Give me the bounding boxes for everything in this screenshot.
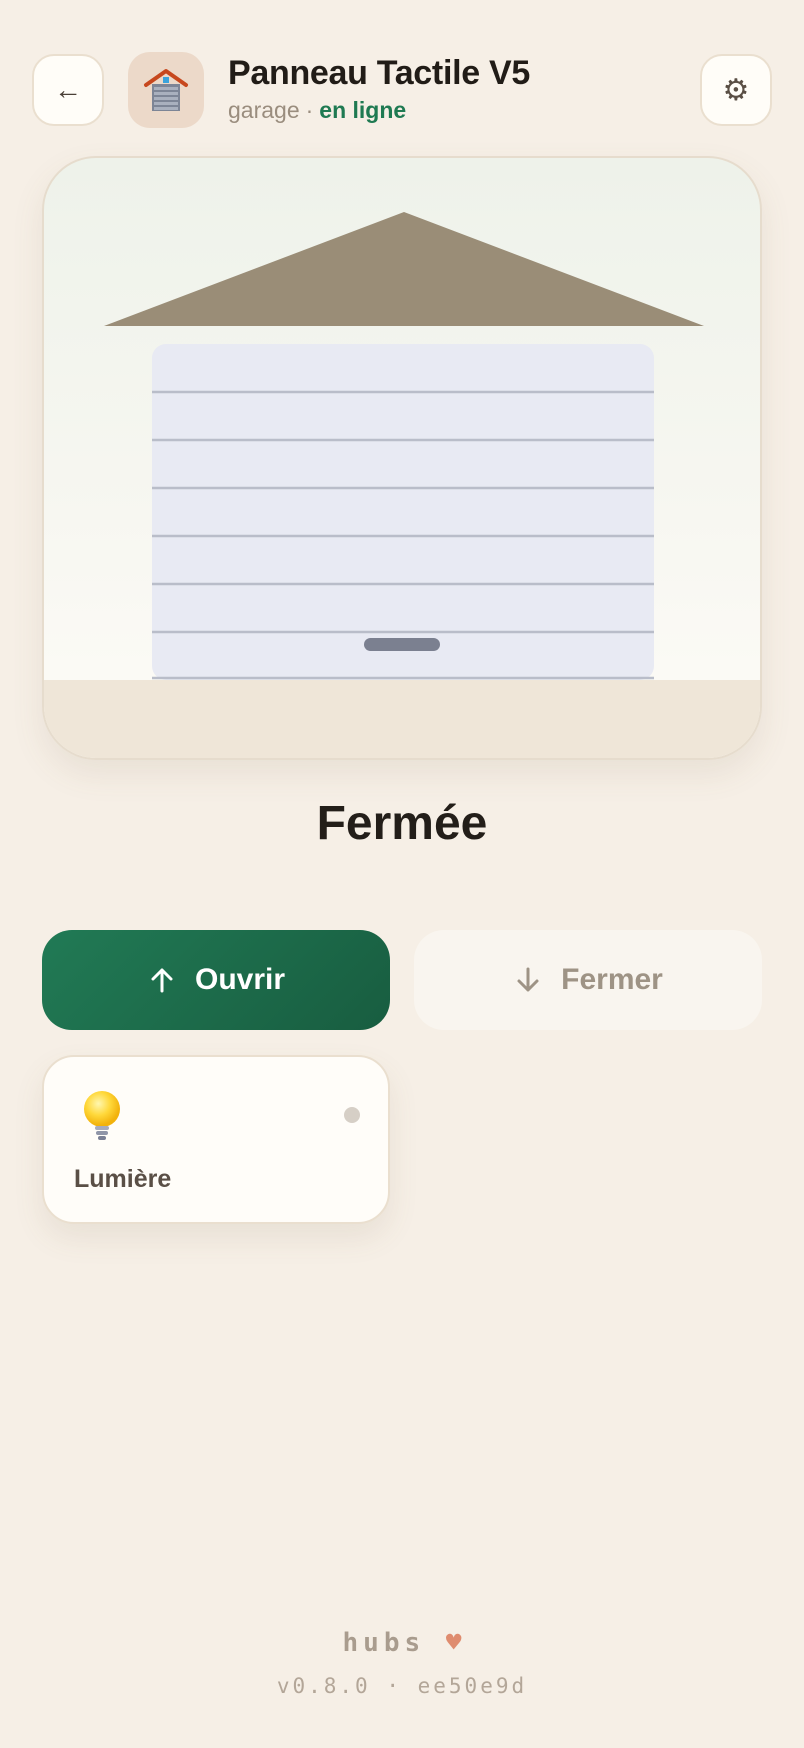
version-label: v0.8.0 · ee50e9d — [276, 1674, 528, 1698]
roof — [104, 212, 704, 326]
subtitle-separator: · — [305, 97, 314, 123]
garage-door — [152, 344, 654, 680]
arrow-down-icon — [517, 967, 539, 992]
gear-icon: ⚙ — [722, 73, 750, 107]
heart-icon: ♥ — [445, 1628, 462, 1658]
lightbulb-icon — [84, 1091, 120, 1140]
open-button-label: Ouvrir — [194, 963, 286, 996]
brand-name: hubs — [342, 1628, 426, 1658]
light-status-dot — [344, 1107, 360, 1123]
page-title: Panneau Tactile V5 — [228, 54, 530, 92]
online-status: en ligne — [319, 97, 407, 123]
device-subtitle: garage · en ligne — [228, 97, 406, 124]
back-button[interactable]: ← — [32, 54, 104, 126]
garage-illustration — [44, 212, 760, 758]
door-state-label: Fermée — [316, 797, 488, 850]
garage-panel-screen: ← Panneau Tactile V5 garage·en ligne ⚙ — [0, 0, 804, 1748]
close-button-label: Fermer — [561, 963, 663, 996]
room-label: garage — [228, 97, 300, 123]
garage-door-visual — [42, 156, 762, 760]
door-handle — [364, 638, 440, 651]
arrow-up-icon — [151, 968, 173, 993]
back-arrow-icon: ← — [54, 74, 82, 105]
garage-icon — [128, 52, 204, 128]
footer-brand: hubs ♥ — [0, 1628, 804, 1658]
settings-button[interactable]: ⚙ — [700, 54, 772, 126]
light-label: Lumière — [74, 1165, 172, 1193]
ground — [44, 680, 760, 758]
light-tile[interactable]: Lumière — [42, 1055, 390, 1224]
open-button[interactable]: Ouvrir — [42, 930, 390, 1030]
close-button[interactable]: Fermer — [414, 930, 762, 1030]
